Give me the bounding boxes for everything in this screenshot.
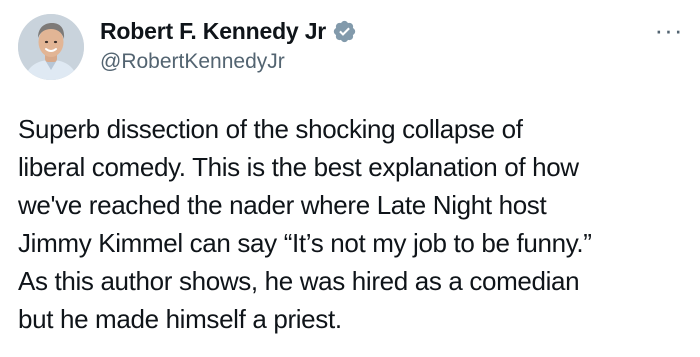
author-name-row: Robert F. Kennedy Jr [100, 14, 357, 48]
tweet-text-line: liberal comedy. This is the best explana… [18, 152, 579, 182]
tweet-text-line: we've reached the nader where Late Night… [18, 190, 547, 220]
tweet-text-line: Superb dissection of the shocking collap… [18, 114, 523, 144]
author-handle[interactable]: @RobertKennedyJr [100, 50, 285, 74]
avatar[interactable] [18, 14, 84, 80]
tweet-text: Superb dissection of the shocking collap… [18, 110, 688, 338]
author-display-name[interactable]: Robert F. Kennedy Jr [100, 18, 326, 45]
tweet-card: Robert F. Kennedy Jr @RobertKennedyJr ··… [0, 0, 700, 357]
tweet-text-line: but he made himself a priest. [18, 304, 342, 334]
profile-photo-icon [18, 14, 84, 80]
more-options-button[interactable]: ··· [652, 17, 686, 43]
verified-badge-icon [332, 19, 357, 44]
tweet-text-line: As this author shows, he was hired as a … [18, 266, 580, 296]
tweet-text-line: Jimmy Kimmel can say “It’s not my job to… [18, 228, 592, 258]
